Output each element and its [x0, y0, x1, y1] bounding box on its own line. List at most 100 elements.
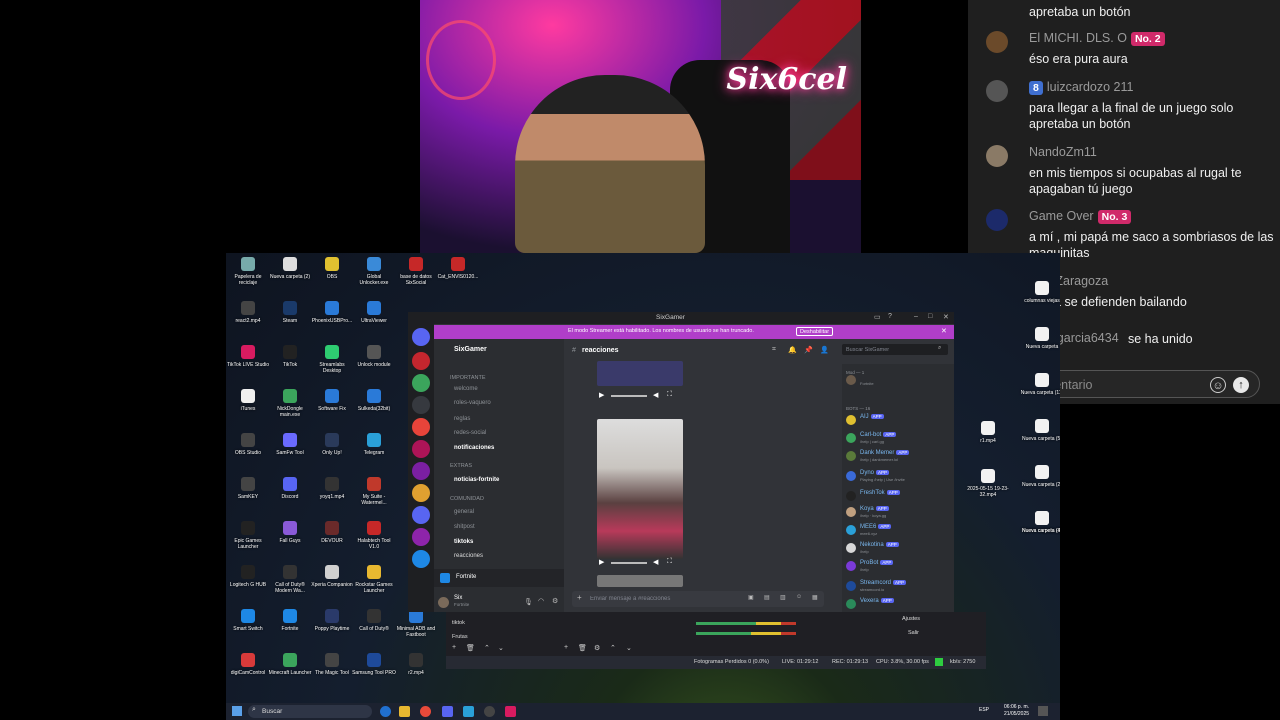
- message-input[interactable]: [590, 594, 740, 604]
- notifications-bell-icon[interactable]: 🔔: [788, 346, 797, 354]
- desktop-icon[interactable]: r1.mp4: [966, 421, 1010, 467]
- chevron-down-icon[interactable]: ⌄: [498, 644, 504, 652]
- member-row[interactable]: Dank Memer APP/help | dankmemer.lol: [846, 450, 954, 464]
- desktop-icon[interactable]: Nueva carpeta (2): [1020, 465, 1060, 511]
- desktop-icon[interactable]: Xperia Companion: [310, 565, 354, 611]
- server-icon[interactable]: [412, 440, 430, 458]
- desktop-icon[interactable]: Unlock module: [352, 345, 396, 391]
- desktop-icon[interactable]: SamKEY: [226, 477, 270, 523]
- pin-icon[interactable]: 📌: [804, 346, 813, 354]
- add-scene-icon[interactable]: +: [452, 644, 456, 651]
- chrome-icon[interactable]: [420, 706, 431, 717]
- channel-notificaciones[interactable]: notificaciones: [454, 445, 494, 451]
- desktop-icon[interactable]: base de datos SixSocial: [394, 257, 438, 303]
- minimize-icon[interactable]: –: [914, 313, 918, 320]
- server-icon[interactable]: [412, 418, 430, 436]
- emoji-icon[interactable]: ☺: [1210, 377, 1226, 393]
- video-attachment[interactable]: [597, 361, 683, 386]
- trash-icon[interactable]: 🗑: [466, 644, 475, 652]
- desktop-icon[interactable]: react2.mp4: [226, 301, 270, 347]
- activity-name[interactable]: Fortnite: [456, 574, 476, 580]
- category-label[interactable]: COMUNIDAD: [450, 496, 484, 502]
- desktop-icon[interactable]: Telegram: [352, 433, 396, 479]
- desktop-icon[interactable]: yoyq1.mp4: [310, 477, 354, 523]
- tiktok-icon[interactable]: [505, 706, 516, 717]
- channel-general[interactable]: general: [454, 509, 474, 515]
- video-attachment[interactable]: [597, 419, 683, 559]
- desktop-icon[interactable]: Papelera de reciclaje: [226, 257, 270, 303]
- channel-welcome[interactable]: welcome: [454, 386, 478, 392]
- desktop-icon[interactable]: TikTok LIVE Studio: [226, 345, 270, 391]
- notifications-icon[interactable]: [1038, 706, 1048, 716]
- server-icon[interactable]: [412, 352, 430, 370]
- desktop-icon[interactable]: Fall Guys: [268, 521, 312, 567]
- user-name[interactable]: Six: [454, 595, 462, 601]
- desktop-icon[interactable]: Cat_ENVIS0120...: [436, 257, 480, 303]
- chevron-down-icon[interactable]: ⌄: [626, 644, 632, 652]
- telegram-icon[interactable]: [463, 706, 474, 717]
- desktop-icon[interactable]: Minecraft Launcher: [268, 653, 312, 699]
- discord-home-icon[interactable]: [412, 328, 430, 346]
- desktop-icon[interactable]: TikTok: [268, 345, 312, 391]
- discord-icon[interactable]: [442, 706, 453, 717]
- exit-button[interactable]: Salir: [908, 630, 919, 636]
- banner-close-icon[interactable]: ✕: [941, 327, 947, 335]
- desktop-icon[interactable]: Software Fix: [310, 389, 354, 435]
- avatar[interactable]: [986, 209, 1008, 231]
- chat-username[interactable]: 8 luizcardozo 211: [1029, 80, 1133, 95]
- category-label[interactable]: IMPORTANTE: [450, 375, 486, 381]
- desktop-icon[interactable]: Nueva carpeta (2): [268, 257, 312, 303]
- obs-icon[interactable]: [484, 706, 495, 717]
- desktop-icon[interactable]: Nueva carpeta (11): [1020, 373, 1060, 419]
- member-row[interactable]: Nekotina APP/help: [846, 542, 954, 556]
- chat-username[interactable]: NandoZm11: [1029, 145, 1097, 159]
- desktop-icon[interactable]: iTunes: [226, 389, 270, 435]
- desktop-icon[interactable]: Call of Duty® Modern Wa...: [268, 565, 312, 611]
- avatar[interactable]: [986, 80, 1008, 102]
- add-attachment-icon[interactable]: +: [577, 593, 582, 602]
- send-arrow-icon[interactable]: ↑: [1233, 377, 1249, 393]
- channel-tiktoks[interactable]: tiktoks: [454, 539, 473, 545]
- emoji-icon[interactable]: ☺: [796, 594, 802, 600]
- member-row[interactable]: Streamcord APP streamcord.io: [846, 580, 954, 594]
- add-source-icon[interactable]: +: [564, 644, 568, 651]
- desktop-icon[interactable]: Poppy Playtime: [310, 609, 354, 655]
- search-input[interactable]: [846, 345, 936, 354]
- help-icon[interactable]: ?: [888, 313, 892, 320]
- avatar[interactable]: [438, 597, 449, 608]
- apps-icon[interactable]: ▦: [812, 594, 818, 601]
- desktop-icon[interactable]: Rockstar Games Launcher: [352, 565, 396, 611]
- desktop-icon[interactable]: The Magic Tool: [310, 653, 354, 699]
- desktop-icon[interactable]: Call of Duty®: [352, 609, 396, 655]
- chevron-up-icon[interactable]: ⌃: [610, 644, 616, 652]
- desktop-icon[interactable]: Epic Games Launcher: [226, 521, 270, 567]
- inbox-icon[interactable]: ▭: [874, 313, 881, 321]
- channel-noticias-fortnite[interactable]: noticias-fortnite: [454, 477, 499, 483]
- server-name[interactable]: SixGamer: [454, 346, 487, 353]
- sticker-icon[interactable]: ▥: [780, 594, 786, 601]
- gif-icon[interactable]: ▤: [764, 594, 770, 601]
- desktop-icon[interactable]: digiCamControl: [226, 653, 270, 699]
- desktop-icon[interactable]: Fortnite: [268, 609, 312, 655]
- server-icon[interactable]: [412, 550, 430, 568]
- desktop-icon[interactable]: PhoenixUSBPro...: [310, 301, 354, 347]
- desktop-icon[interactable]: OBS: [310, 257, 354, 303]
- settings-button[interactable]: Ajustes: [902, 616, 920, 622]
- server-icon[interactable]: [412, 528, 430, 546]
- video-progress-bar[interactable]: [611, 562, 647, 564]
- desktop-icon[interactable]: r2.mp4: [394, 653, 438, 699]
- desktop-icon[interactable]: columnas viejas: [1020, 281, 1060, 327]
- desktop-icon[interactable]: DEVOUR: [310, 521, 354, 567]
- desktop-icon[interactable]: Smart Switch: [226, 609, 270, 655]
- channel-reacciones[interactable]: reacciones: [454, 553, 483, 559]
- trash-icon[interactable]: 🗑: [578, 644, 587, 652]
- scene-item[interactable]: tiktok: [452, 620, 465, 626]
- member-row[interactable]: Dyno APP Playing /help | Use /invite: [846, 470, 954, 484]
- server-icon[interactable]: [412, 462, 430, 480]
- video-progress-bar[interactable]: [611, 395, 647, 397]
- desktop-icon[interactable]: Only Up!: [310, 433, 354, 479]
- chevron-up-icon[interactable]: ⌃: [484, 644, 490, 652]
- taskbar-search-input[interactable]: [262, 706, 352, 717]
- play-icon[interactable]: ▶: [599, 391, 604, 399]
- category-label[interactable]: EXTRAS: [450, 463, 472, 469]
